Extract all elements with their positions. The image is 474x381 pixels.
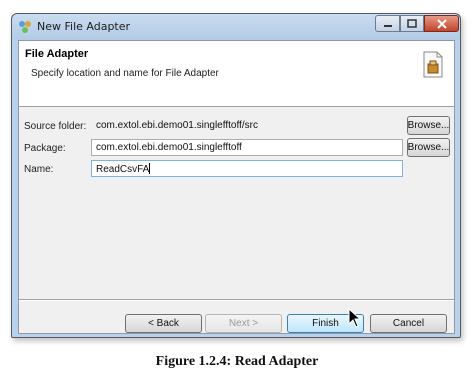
package-browse-button[interactable]: Browse... bbox=[407, 138, 450, 157]
minimize-icon bbox=[383, 24, 392, 27]
back-button[interactable]: < Back bbox=[125, 314, 202, 333]
dialog-window: New File Adapter File Adapter Specify lo… bbox=[11, 13, 461, 338]
banner-subtitle: Specify location and name for File Adapt… bbox=[31, 68, 219, 79]
source-folder-browse-button[interactable]: Browse... bbox=[407, 116, 450, 135]
wizard-banner: File Adapter Specify location and name f… bbox=[19, 41, 454, 107]
minimize-button[interactable] bbox=[375, 15, 400, 32]
maximize-icon bbox=[407, 19, 417, 28]
mouse-pointer-icon bbox=[348, 308, 362, 328]
close-icon bbox=[436, 18, 447, 29]
name-field[interactable]: ReadCsvFA bbox=[91, 160, 403, 177]
name-field-value: ReadCsvFA bbox=[96, 164, 150, 175]
cancel-button[interactable]: Cancel bbox=[370, 314, 447, 333]
next-button[interactable]: Next > bbox=[205, 314, 282, 333]
maximize-button[interactable] bbox=[400, 15, 424, 32]
text-caret bbox=[149, 163, 151, 174]
package-label: Package: bbox=[24, 143, 66, 154]
file-wizard-icon bbox=[423, 51, 443, 78]
figure-caption: Figure 1.2.4: Read Adapter bbox=[155, 354, 319, 369]
dialog-client-area: File Adapter Specify location and name f… bbox=[18, 40, 455, 334]
package-field[interactable]: com.extol.ebi.demo01.singlefftoff bbox=[91, 139, 403, 156]
banner-title: File Adapter bbox=[25, 48, 89, 60]
button-bar-separator bbox=[19, 299, 454, 301]
window-title: New File Adapter bbox=[37, 20, 131, 33]
source-folder-label: Source folder: bbox=[24, 121, 87, 132]
title-bar[interactable]: New File Adapter bbox=[12, 14, 460, 40]
close-button[interactable] bbox=[424, 15, 459, 32]
name-label: Name: bbox=[24, 164, 54, 175]
source-folder-field[interactable]: com.extol.ebi.demo01.singlefftoff/src bbox=[91, 117, 403, 134]
file-adapter-icon bbox=[19, 21, 31, 33]
